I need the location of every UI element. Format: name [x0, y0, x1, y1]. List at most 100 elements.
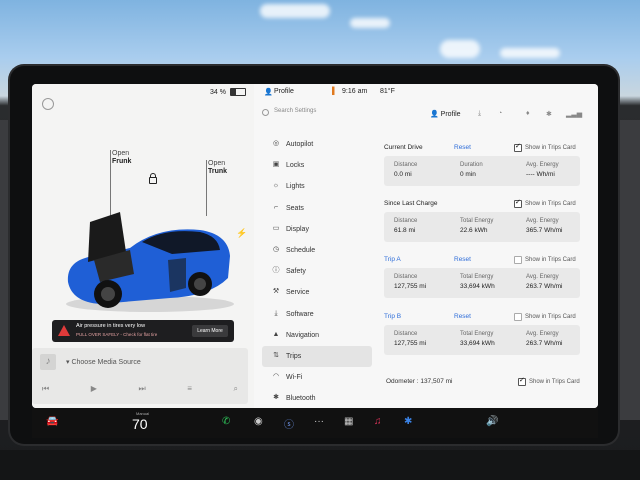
stat-label: Avg. Energy — [526, 331, 559, 337]
search-icon — [262, 109, 269, 116]
trip-b-stats: Distance 127,755 mi Total Energy 33,694 … — [384, 325, 580, 355]
learn-more-button[interactable]: Learn More — [192, 325, 228, 337]
nav-label: Safety — [286, 268, 306, 276]
frunk-line2: Frunk — [112, 158, 132, 165]
stat-value: 127,755 mi — [394, 340, 427, 347]
media-source-button[interactable]: ▾ Choose Media Source — [66, 358, 141, 366]
nav-software[interactable]: ⤓ Software — [262, 304, 372, 325]
nav-label: Navigation — [286, 331, 320, 339]
outside-temperature: 81°F — [380, 88, 395, 95]
nav-display[interactable]: ▭ Display — [262, 219, 372, 240]
nav-trips[interactable]: ⇅ Trips — [262, 345, 372, 368]
trip-b-show-toggle[interactable]: Show in Trips Card — [514, 313, 576, 321]
since-charge-show-toggle[interactable]: Show in Trips Card — [514, 198, 576, 208]
previous-icon[interactable]: ⏮ — [42, 384, 49, 394]
checkbox[interactable] — [514, 256, 522, 264]
stat-value: 33,694 kWh — [460, 340, 495, 347]
settings-icon[interactable] — [42, 98, 54, 110]
stat-label: Total Energy — [460, 218, 494, 224]
profile-icon: 👤 — [430, 111, 441, 118]
trip-a-stats: Distance 127,755 mi Total Energy 33,694 … — [384, 268, 580, 298]
since-charge-stats: Distance 61.8 mi Total Energy 22.6 kWh A… — [384, 212, 580, 242]
nav-navigation[interactable]: ▲ Navigation — [262, 325, 372, 346]
checkbox[interactable] — [514, 142, 522, 152]
more-icon[interactable]: ··· — [314, 416, 324, 427]
nav-autopilot[interactable]: ◎ Autopilot — [262, 134, 372, 155]
safety-icon: ⓘ — [272, 267, 280, 275]
stat-value: 0 min — [460, 171, 476, 178]
nav-label: Software — [286, 310, 314, 318]
checkbox[interactable] — [518, 376, 526, 386]
trip-a-title: Trip A — [384, 256, 401, 263]
nav-service[interactable]: ⚒ Service — [262, 282, 372, 303]
current-drive-reset-button[interactable]: Reset — [454, 144, 471, 151]
equalizer-icon[interactable]: ≡ — [187, 384, 192, 394]
stat-value: ---- Wh/mi — [526, 171, 555, 178]
stat-label: Avg. Energy — [526, 274, 559, 280]
open-frunk-button[interactable]: Open Frunk — [112, 150, 131, 166]
trunk-line2: Trunk — [208, 168, 228, 175]
stat-label: Distance — [394, 162, 418, 168]
nav-wifi[interactable]: ◠ Wi-Fi — [262, 367, 372, 388]
nav-locks[interactable]: ▣ Locks — [262, 155, 372, 176]
checkbox[interactable] — [514, 198, 522, 208]
next-icon[interactable]: ⏭ — [138, 384, 145, 394]
stat-value: 127,755 mi — [394, 283, 427, 290]
car-icon[interactable]: 🚘 — [46, 416, 58, 427]
alert-subtitle: PULL OVER SAFELY - Check for flat tire — [76, 332, 158, 337]
alert-title: Air pressure in tires very low — [76, 323, 146, 329]
app-icon[interactable]: ⓢ — [284, 416, 294, 431]
nav-label: Locks — [286, 162, 305, 170]
stat-label: Avg. Energy — [526, 162, 559, 168]
checkbox[interactable] — [514, 313, 522, 321]
download-icon[interactable]: ⤓ — [478, 110, 481, 118]
bell-icon[interactable]: ◔ — [498, 110, 502, 117]
frunk-line1: Open — [112, 150, 130, 157]
bluetooth-icon[interactable]: ✱ — [546, 110, 552, 118]
stat-label: Total Energy — [460, 331, 494, 337]
stat-value: 263.7 Wh/mi — [526, 340, 563, 347]
status-profile[interactable]: Profile — [274, 88, 294, 95]
profile-button[interactable]: 👤 Profile — [430, 110, 461, 118]
search-input[interactable]: Search Settings — [274, 108, 316, 114]
nav-label: Autopilot — [286, 141, 314, 149]
stat-value: 22.6 kWh — [460, 227, 488, 234]
profile-label: Profile — [440, 111, 461, 118]
bluetooth-icon[interactable]: ✱ — [404, 416, 412, 427]
volume-icon[interactable]: 🔊 — [486, 416, 498, 427]
trunk-pointer — [206, 160, 207, 216]
nav-safety[interactable]: ⓘ Safety — [262, 261, 372, 282]
calendar-icon[interactable]: ▦ — [344, 416, 353, 427]
settings-nav: ◎ Autopilot ▣ Locks ☼ Lights ⌐ Seats ▭ Displa… — [262, 134, 372, 408]
camera-icon[interactable]: ◉ — [254, 416, 263, 427]
settings-panel: 👤 Profile ▌ 9:16 am 81°F Search Settings… — [254, 84, 598, 408]
dashboard-trim — [0, 450, 640, 480]
odometer-show-toggle[interactable]: Show in Trips Card — [518, 376, 580, 386]
cloud — [350, 18, 390, 28]
phone-icon[interactable]: ✆ — [222, 416, 230, 427]
lock-icon[interactable] — [149, 173, 157, 184]
wifi-icon: ◠ — [272, 373, 280, 381]
search-icon[interactable]: ⌕ — [233, 384, 237, 394]
music-icon[interactable]: ♫ — [374, 416, 382, 427]
nav-lights[interactable]: ☼ Lights — [262, 176, 372, 197]
nav-schedule[interactable]: ◷ Schedule — [262, 240, 372, 261]
trip-a-show-toggle[interactable]: Show in Trips Card — [514, 256, 576, 264]
open-trunk-button[interactable]: Open Trunk — [208, 160, 227, 176]
stat-label: Distance — [394, 218, 418, 224]
signal-icon: ▂▃▅ — [566, 111, 583, 118]
stat-value: 263.7 Wh/mi — [526, 283, 563, 290]
cloud — [260, 4, 330, 18]
nav-label: Trips — [286, 352, 302, 360]
trip-b-reset-button[interactable]: Reset — [454, 313, 471, 320]
trip-a-reset-button[interactable]: Reset — [454, 256, 471, 263]
notification-icon[interactable]: ♦ — [526, 110, 530, 117]
nav-seats[interactable]: ⌐ Seats — [262, 198, 372, 219]
stat-value: 61.8 mi — [394, 227, 416, 234]
play-icon[interactable]: ▶ — [91, 384, 97, 394]
seat-icon: ⌐ — [273, 203, 279, 211]
stat-value: 0.0 mi — [394, 171, 412, 178]
clock-icon: ◷ — [272, 245, 280, 253]
nav-bluetooth[interactable]: ✱ Bluetooth — [262, 388, 372, 408]
current-drive-show-toggle[interactable]: Show in Trips Card — [514, 142, 576, 152]
